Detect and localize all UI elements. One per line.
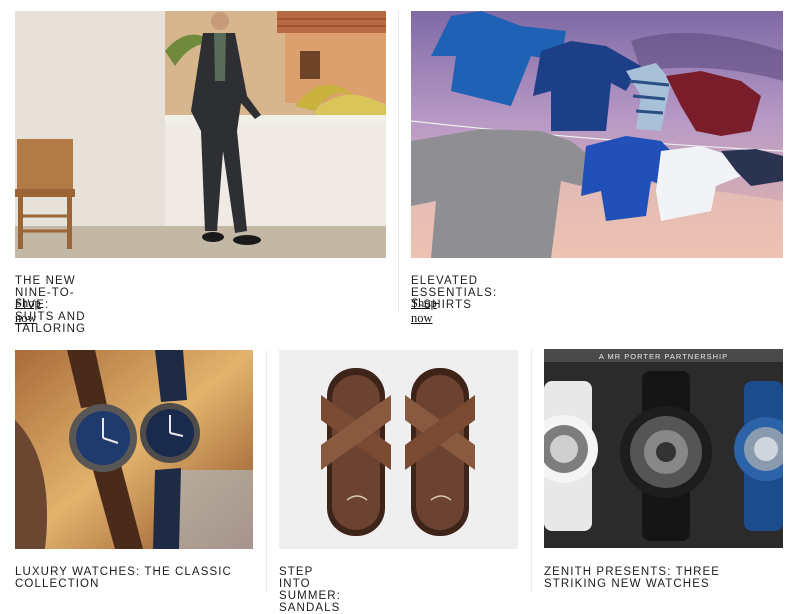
card-title: LUXURY WATCHES: THE CLASSIC COLLECTION <box>15 566 232 590</box>
column-divider <box>398 11 399 311</box>
shop-now-link[interactable]: Shop now <box>15 296 41 326</box>
suits-image[interactable] <box>15 11 386 258</box>
sandals-image[interactable] <box>279 350 518 549</box>
shop-now-link[interactable]: Shop now <box>411 296 437 326</box>
card-title: ZENITH PRESENTS: THREE STRIKING NEW WATC… <box>544 566 721 590</box>
column-divider <box>266 350 267 591</box>
tshirts-image[interactable] <box>411 11 783 258</box>
partnership-banner: A MR PORTER PARTNERSHIP <box>598 352 729 361</box>
column-divider <box>531 350 532 591</box>
card-title: STEP INTO SUMMER: SANDALS <box>279 566 342 614</box>
watches-image[interactable] <box>15 350 253 549</box>
zenith-image[interactable] <box>544 349 783 548</box>
